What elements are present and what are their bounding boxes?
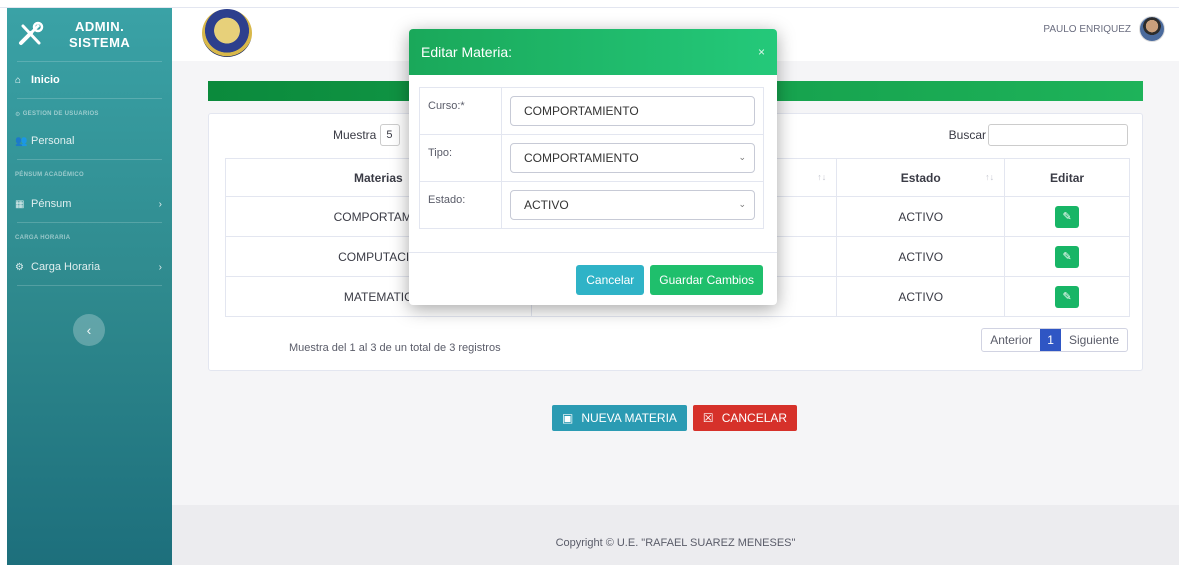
brand-line-1: ADMIN. <box>75 18 125 34</box>
close-box-icon: ☒ <box>702 411 714 425</box>
modal-title: Editar Materia: <box>421 44 513 60</box>
user-name: PAULO ENRIQUEZ <box>1043 23 1131 35</box>
sort-icon: ↑↓ <box>985 172 995 182</box>
users-cog-icon: ⚙ <box>15 111 21 118</box>
edit-icon[interactable]: ✎ <box>1055 285 1080 308</box>
search-input[interactable] <box>988 124 1128 146</box>
copyright-text: Copyright © U.E. "RAFAEL SUAREZ MENESES" <box>555 537 796 549</box>
sidebar-brand[interactable]: ADMIN. SISTEMA <box>7 8 172 61</box>
edit-icon[interactable]: ✎ <box>1055 205 1080 228</box>
cell-estado: ACTIVO <box>836 276 1006 317</box>
sidebar-item-personal[interactable]: 👥 Personal <box>7 123 172 159</box>
chevron-right-icon: › <box>158 198 162 210</box>
home-icon: ⌂ <box>15 74 22 86</box>
form-row-curso: Curso:* COMPORTAMIENTO <box>419 87 764 135</box>
form-row-tipo: Tipo: COMPORTAMIENTO ⌄ <box>419 134 764 182</box>
column-header-estado[interactable]: Estado ↑↓ <box>836 158 1006 197</box>
chevron-left-icon: ‹ <box>86 322 92 338</box>
modal-header: Editar Materia: × <box>409 29 777 75</box>
top-strip <box>0 0 1179 8</box>
form-row-estado: Estado: ACTIVO ⌄ <box>419 181 764 229</box>
sidebar: ADMIN. SISTEMA ⌂ Inicio ⚙ GESTION DE USU… <box>7 8 172 565</box>
estado-label: Estado: <box>419 181 502 229</box>
table-info: Muestra del 1 al 3 de un total de 3 regi… <box>289 342 501 354</box>
gear-icon: ⚙ <box>15 261 24 273</box>
tipo-selected-value: COMPORTAMIENTO <box>524 151 639 165</box>
school-logo <box>202 9 252 57</box>
sidebar-divider <box>17 285 162 286</box>
pagination: Anterior 1 Siguiente <box>981 328 1128 352</box>
cell-estado: ACTIVO <box>836 236 1006 277</box>
estado-cell: ACTIVO ⌄ <box>501 181 764 229</box>
pager-page-1[interactable]: 1 <box>1040 329 1061 351</box>
page-length-control: Muestra 5 <box>333 124 401 146</box>
user-menu[interactable]: PAULO ENRIQUEZ <box>1043 16 1165 42</box>
sidebar-heading-label: GESTION DE USUARIOS <box>22 111 99 117</box>
users-icon: 👥 <box>15 135 28 147</box>
avatar <box>1139 16 1165 42</box>
close-icon[interactable]: × <box>758 45 765 59</box>
estado-selected-value: ACTIVO <box>524 198 569 212</box>
estado-select[interactable]: ACTIVO ⌄ <box>510 190 755 220</box>
sidebar-heading-label: CARGA HORARIA <box>15 235 71 241</box>
chevron-down-icon: ⌄ <box>738 199 746 209</box>
pager-next-button[interactable]: Siguiente <box>1061 329 1127 351</box>
cell-editar: ✎ <box>1004 196 1130 237</box>
curso-input[interactable]: COMPORTAMIENTO <box>510 96 755 126</box>
tipo-label: Tipo: <box>419 134 502 182</box>
cell-estado: ACTIVO <box>836 196 1006 237</box>
column-label: Materias <box>354 170 403 185</box>
chevron-right-icon: › <box>158 261 162 273</box>
footer: Copyright © U.E. "RAFAEL SUAREZ MENESES" <box>172 505 1179 565</box>
modal-footer: Cancelar Guardar Cambios <box>576 265 763 295</box>
action-buttons: ▣ NUEVA MATERIA ☒ CANCELAR <box>552 405 798 431</box>
sidebar-item-label: Inicio <box>31 74 60 86</box>
sidebar-item-label: Pénsum <box>31 198 72 210</box>
tipo-cell: COMPORTAMIENTO ⌄ <box>501 134 764 182</box>
pager-previous-button[interactable]: Anterior <box>982 329 1040 351</box>
column-label: Estado <box>900 170 941 185</box>
button-label: NUEVA MATERIA <box>581 411 677 425</box>
tipo-select[interactable]: COMPORTAMIENTO ⌄ <box>510 143 755 173</box>
sidebar-item-label: Personal <box>31 135 75 147</box>
add-icon: ▣ <box>562 411 574 425</box>
curso-label: Curso:* <box>419 87 502 135</box>
modal-body: Curso:* COMPORTAMIENTO Tipo: COMPORTAMIE… <box>409 75 777 229</box>
page-length-select[interactable]: 5 <box>380 124 401 146</box>
sort-icon: ↑↓ <box>817 172 827 182</box>
search-control: Buscar <box>949 124 1128 146</box>
search-label: Buscar <box>948 128 986 142</box>
table-icon: ▦ <box>15 198 25 210</box>
page-length-label: Muestra <box>333 128 377 142</box>
edit-form: Curso:* COMPORTAMIENTO Tipo: COMPORTAMIE… <box>419 87 764 229</box>
new-materia-button[interactable]: ▣ NUEVA MATERIA <box>552 405 687 431</box>
sidebar-item-pensum[interactable]: ▦ Pénsum › <box>7 186 172 222</box>
sidebar-toggle-button[interactable]: ‹ <box>73 314 105 346</box>
curso-cell: COMPORTAMIENTO <box>501 87 764 135</box>
edit-icon[interactable]: ✎ <box>1055 245 1080 268</box>
cell-editar: ✎ <box>1004 236 1130 277</box>
column-header-editar: Editar <box>1004 158 1130 197</box>
cancel-page-button[interactable]: ☒ CANCELAR <box>692 405 798 431</box>
save-button[interactable]: Guardar Cambios <box>650 265 763 295</box>
tools-icon <box>19 21 44 45</box>
sidebar-brand-text: ADMIN. SISTEMA <box>69 19 130 51</box>
brand-line-2: SISTEMA <box>69 34 131 50</box>
cancel-button[interactable]: Cancelar <box>576 265 645 295</box>
sidebar-heading-label: PÉNSUM ACADÉMICO <box>15 172 84 178</box>
sidebar-item-label: Carga Horaria <box>31 261 101 273</box>
chevron-down-icon: ⌄ <box>738 152 746 162</box>
cell-editar: ✎ <box>1004 276 1130 317</box>
edit-materia-modal: Editar Materia: × Curso:* COMPORTAMIENTO… <box>409 29 777 305</box>
button-label: CANCELAR <box>721 411 788 425</box>
column-label: Editar <box>1050 170 1085 185</box>
modal-divider <box>409 252 777 253</box>
sidebar-item-inicio[interactable]: ⌂ Inicio <box>7 62 172 98</box>
sidebar-item-carga-horaria[interactable]: ⚙ Carga Horaria › <box>7 249 172 285</box>
